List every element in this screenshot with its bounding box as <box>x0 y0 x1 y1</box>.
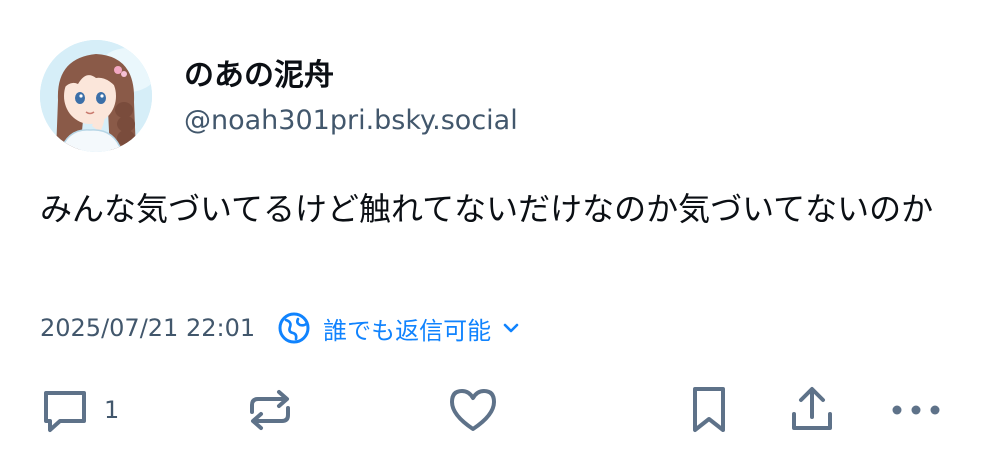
reply-button[interactable]: 1 <box>40 380 119 440</box>
like-button[interactable] <box>446 380 500 440</box>
bookmark-icon <box>693 387 725 432</box>
bookmark-button[interactable] <box>687 380 731 440</box>
post-text: みんな気づいてるけど触れてないだけなのか気づいてないのか <box>40 190 934 228</box>
post-timestamp: 2025/07/21 22:01 <box>40 314 256 342</box>
earth-globe-icon <box>278 312 310 344</box>
share-button[interactable] <box>787 380 837 440</box>
reply-count: 1 <box>104 396 120 424</box>
action-bar: 1 <box>0 380 1000 440</box>
chevron-down-icon <box>503 323 519 333</box>
repost-button[interactable] <box>244 380 296 440</box>
repost-arrows-icon <box>250 390 290 430</box>
speech-bubble-icon <box>44 391 86 432</box>
share-upload-icon <box>792 387 832 430</box>
reply-setting-button[interactable]: 誰でも返信可能 <box>277 311 521 346</box>
more-options-button[interactable] <box>888 380 944 440</box>
author-handle[interactable]: @noah301pri.bsky.social <box>184 104 518 138</box>
reply-setting-label: 誰でも返信可能 <box>323 316 492 345</box>
author-avatar[interactable] <box>40 40 152 152</box>
avatar-illustration <box>40 40 152 152</box>
post-meta: 2025/07/21 22:01 誰でも返信可能 <box>40 308 521 348</box>
author-display-name[interactable]: のあの泥舟 <box>184 58 334 94</box>
ellipsis-icon <box>892 405 940 415</box>
heart-icon <box>450 389 496 431</box>
